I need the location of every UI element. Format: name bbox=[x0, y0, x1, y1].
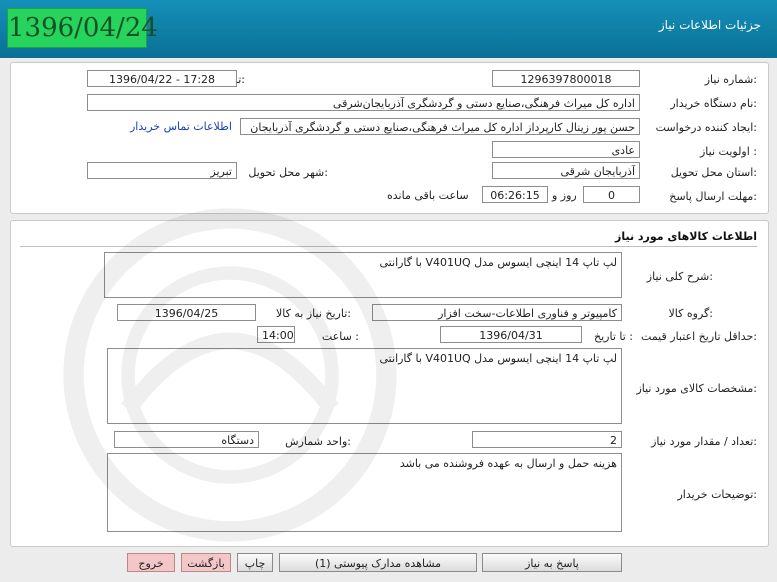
deadline-label: مهلت ارسال پاسخ: bbox=[669, 190, 757, 203]
buyer-org-label: نام دستگاه خریدار: bbox=[670, 97, 757, 110]
days-field: 0 bbox=[583, 186, 640, 203]
priority-label: اولویت نیاز : bbox=[699, 145, 757, 158]
need-number-field: 1296397800018 bbox=[492, 70, 640, 87]
reply-button[interactable]: پاسخ به نیاز bbox=[482, 553, 622, 572]
until-date-field: 1396/04/31 bbox=[440, 326, 582, 343]
qty-label: تعداد / مقدار مورد نیاز: bbox=[651, 435, 757, 448]
exit-button[interactable]: خروج bbox=[127, 553, 175, 572]
specs-label: مشخصات کالای مورد نیاز: bbox=[636, 382, 757, 395]
attachments-button[interactable]: مشاهده مدارک پیوستی (1) bbox=[279, 553, 477, 572]
qty-field: 2 bbox=[472, 431, 622, 448]
priority-field: عادی bbox=[492, 141, 640, 158]
days-unit-label: روز و bbox=[552, 189, 577, 202]
city-label: شهر محل تحویل: bbox=[248, 166, 328, 179]
time-left-field: 06:26:15 bbox=[482, 186, 548, 203]
header-date: 1396/04/24 bbox=[7, 8, 158, 48]
requester-field: حسن پور زینال کارپرداز اداره کل میراث فر… bbox=[240, 118, 640, 135]
province-field: آذربایجان شرقی bbox=[492, 162, 640, 179]
announce-field: 1396/04/22 - 17:28 bbox=[87, 70, 237, 87]
until-date-label: تا تاریخ : bbox=[594, 330, 633, 343]
buyer-contact-link[interactable]: اطلاعات تماس خریدار bbox=[130, 120, 232, 133]
goods-section-title: اطلاعات کالاهای مورد نیاز bbox=[615, 230, 757, 243]
city-field: تبریز bbox=[87, 162, 237, 179]
group-label: گروه کالا: bbox=[668, 307, 713, 320]
watermark-logo-icon bbox=[63, 208, 397, 542]
province-label: استان محل تحویل: bbox=[670, 166, 757, 179]
need-number-label: شماره نیاز: bbox=[704, 73, 757, 86]
print-button[interactable]: چاپ bbox=[237, 553, 273, 572]
group-field: کامپیوتر و فناوری اطلاعات-سخت افزار bbox=[372, 304, 622, 321]
desc-label: شرح کلی نیاز: bbox=[646, 270, 713, 283]
buyer-notes-label: توضیحات خریدار: bbox=[677, 488, 758, 501]
min-validity-label: حداقل تاریخ اعتبار قیمت: bbox=[641, 330, 757, 343]
back-button[interactable]: بازگشت bbox=[181, 553, 231, 572]
buyer-org-field: اداره کل میراث فرهنگی،صنایع دستی و گردشگ… bbox=[87, 94, 640, 111]
page-title: جزئیات اطلاعات نیاز bbox=[658, 18, 761, 32]
requester-label: ایجاد کننده درخواست: bbox=[655, 121, 757, 134]
time-left-suffix: ساعت باقی مانده bbox=[387, 189, 469, 202]
